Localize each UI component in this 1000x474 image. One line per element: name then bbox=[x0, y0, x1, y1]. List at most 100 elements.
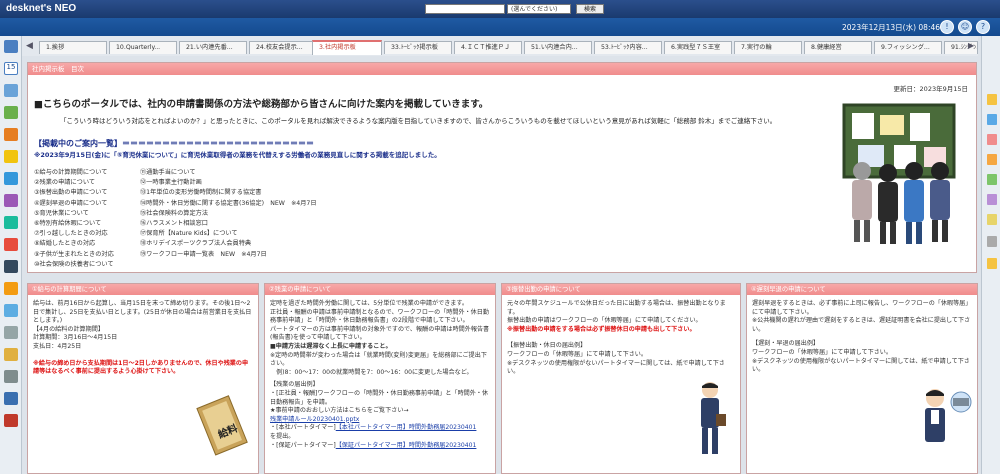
board-icon[interactable] bbox=[4, 172, 18, 185]
card-line: 正社員・報酬の申請は事前申請制となるので、ワークフローの「時間外・休日勤務事前申… bbox=[270, 308, 489, 325]
tab-next-icon[interactable]: ▶ bbox=[968, 41, 974, 50]
list-item[interactable]: ⑰保育所【Nature Kids】について bbox=[140, 229, 317, 239]
card-header: ①給与の計算期間について bbox=[28, 284, 258, 295]
list-left: ①給与の計算期間について ②残業の申請について ③振替出勤の申請について ④遅刻… bbox=[34, 168, 114, 270]
sticky-yellow-icon[interactable] bbox=[987, 94, 997, 105]
tab-5[interactable]: 3.社内掲示板 bbox=[312, 40, 382, 55]
list-item[interactable]: ⑬1年単位の変形労働時間制に関する協定書 bbox=[140, 188, 317, 198]
list-item[interactable]: ⑥特別有給休暇について bbox=[34, 219, 114, 229]
card-line: ※デスクネッツの使用権限がないパートタイマーに関しては、紙で申請して下さい。 bbox=[752, 357, 970, 374]
todo-icon[interactable] bbox=[4, 238, 18, 251]
card-line: 【残業の届出例】 bbox=[270, 381, 319, 389]
card-line: 振替出勤の申請はワークフローの「休暇等届」にて申請してください。 bbox=[507, 317, 702, 325]
workflow-icon[interactable] bbox=[4, 106, 18, 119]
tab-4[interactable]: 24.校友会提示... bbox=[249, 41, 317, 54]
card-line: ※定時の時間帯が変わった場合は「就業時間(変則)変更届」を総務部にご提出下さい。 bbox=[270, 351, 487, 368]
notice-title: 【掲載中のご案内一覧】＝＝＝＝＝＝＝＝＝＝＝＝＝＝＝＝＝＝＝＝＝＝＝＝ bbox=[34, 139, 314, 148]
sticky-blue-icon[interactable] bbox=[987, 114, 997, 125]
intro-heading: ■こちらのポータルでは、社内の申請書関係の方法や総務部から皆さんに向けた案内を掲… bbox=[34, 99, 489, 110]
tab-13[interactable]: 9.フィッシング... bbox=[874, 41, 942, 54]
calendar-icon[interactable]: 15 bbox=[4, 62, 18, 75]
salary-envelope-illustration: 給料 bbox=[196, 395, 248, 456]
list-item[interactable]: ⑲ワークフロー申請一覧表 NEW ※4月7日 bbox=[140, 250, 317, 260]
sticky-orange-icon[interactable] bbox=[987, 154, 997, 165]
document-icon[interactable] bbox=[4, 194, 18, 207]
timecard-icon[interactable] bbox=[4, 128, 18, 141]
tab-11[interactable]: 7.実行の輪 bbox=[734, 41, 802, 54]
memo-icon[interactable] bbox=[4, 150, 18, 163]
user-icon[interactable]: ☺ bbox=[958, 20, 972, 34]
tab-12[interactable]: 8.健康経営 bbox=[804, 41, 872, 54]
list-item[interactable]: ⑯ハラスメント相談窓口 bbox=[140, 219, 317, 229]
card-late-early: ④遅刻早退の申請について 遅刻早退をするときは、必ず事前に上司に報告し、ワークフ… bbox=[746, 283, 978, 474]
tab-6[interactable]: 33.ﾄｰﾋﾟｯｸ掲示板 bbox=[384, 41, 452, 54]
card-line: ※デスクネッツの使用権限がないパートタイマーに関しては、紙で申請して下さい。 bbox=[507, 359, 725, 376]
list-item[interactable]: ④遅刻早退の申請について bbox=[34, 199, 114, 209]
list-item[interactable]: ⑪通勤手当について bbox=[140, 168, 317, 178]
card-substitute: ③振替出勤の申請について 元々の年間スケジュールで公休日だった日に出勤する場合は… bbox=[501, 283, 741, 474]
tab-3[interactable]: 21.い内連先番... bbox=[179, 41, 247, 54]
hq-parttime-link[interactable]: 【本社パートタイマー用】時間外勤務届20230401 bbox=[336, 424, 477, 431]
settings-icon[interactable] bbox=[4, 370, 18, 383]
list-item[interactable]: ⑧結婚したときの対応 bbox=[34, 239, 114, 249]
search-input[interactable] bbox=[425, 4, 505, 14]
facility-icon[interactable] bbox=[4, 260, 18, 273]
card-line: ・[正社員・報酬]ワークフローの「時間外・休日勤務事前申請」と「時間外・休日勤務… bbox=[270, 389, 489, 406]
card-line: ワークフローの「休暇等届」にて申請して下さい。 bbox=[752, 348, 892, 356]
late-employee-illustration bbox=[925, 389, 972, 442]
folder-icon[interactable] bbox=[4, 348, 18, 361]
app-logo[interactable]: desknet's NEO bbox=[6, 3, 76, 14]
tab-7[interactable]: 4.ＩＣＴ推進ＰＪ bbox=[454, 41, 522, 54]
list-right: ⑪通勤手当について ⑫一時事業主行動計画 ⑬1年単位の変形労働時間制に関する協定… bbox=[140, 168, 317, 260]
list-item[interactable]: ⑫一時事業主行動計画 bbox=[140, 178, 317, 188]
pen-icon[interactable] bbox=[987, 236, 997, 247]
card-salary: ①給与の計算期間について 給与は、前月16日から起算し、当月15日を末って締め切… bbox=[27, 283, 259, 474]
address-icon[interactable] bbox=[4, 216, 18, 229]
sticky-gold-icon[interactable] bbox=[987, 214, 997, 225]
updated-date: 更新日：2023年9月15日 bbox=[893, 85, 968, 93]
chat-icon[interactable] bbox=[4, 392, 18, 405]
branch-parttime-link[interactable]: 【保証パートタイマー用】時間外勤務届20230401 bbox=[336, 442, 477, 449]
card-header: ②残業の申請について bbox=[265, 284, 495, 295]
main-panel: 社内掲示板 目次 更新日：2023年9月15日 ■こちらのポータルでは、社内の申… bbox=[27, 62, 977, 273]
list-item[interactable]: ⑮社会保険料の算定方法 bbox=[140, 209, 317, 219]
tab-1[interactable]: 1.挨拶 bbox=[39, 41, 107, 54]
sticky-purple-icon[interactable] bbox=[987, 194, 997, 205]
search-button[interactable]: 検索 bbox=[576, 4, 604, 14]
current-datetime: 2023年12月13日(水) 08:46 bbox=[842, 23, 941, 32]
list-item[interactable]: ①給与の計算期間について bbox=[34, 168, 114, 178]
card-line: 計算期間：3月16日〜4月15日 bbox=[33, 334, 118, 342]
card-line: 給与は、前月16日から起算し、当月15日を末って締め切ります。その後1日〜2日で… bbox=[33, 300, 252, 325]
portal-icon[interactable] bbox=[4, 40, 18, 53]
list-item[interactable]: ⑤育児休業について bbox=[34, 209, 114, 219]
tab-9[interactable]: 53.ﾄｰﾋﾟｯｸ内容... bbox=[594, 41, 662, 54]
report-icon[interactable] bbox=[4, 282, 18, 295]
list-item[interactable]: ⑨子供が生まれたときの対応 bbox=[34, 250, 114, 260]
help-note-icon[interactable] bbox=[987, 258, 997, 269]
card-line: ※公共機関の遅れが理由で遅刻をするときは、遅延証明書を会社に提出して下さい。 bbox=[752, 317, 971, 333]
list-item[interactable]: ⑭時間外・休日労働に関する協定書(36協定) NEW ※4月7日 bbox=[140, 199, 317, 209]
card-line: 【振替出勤・休日の届出例】 bbox=[507, 342, 587, 350]
mail-icon[interactable] bbox=[4, 84, 18, 97]
businessman-illustration bbox=[701, 382, 726, 454]
left-sidebar: 15 bbox=[0, 36, 22, 474]
notification-icon[interactable]: ! bbox=[940, 20, 954, 34]
list-item[interactable]: ⑦引っ越ししたときの対応 bbox=[34, 229, 114, 239]
list-item[interactable]: ⑩社会保険の扶養者について bbox=[34, 260, 114, 270]
sticky-red-icon[interactable] bbox=[987, 134, 997, 145]
help-icon[interactable]: ? bbox=[976, 20, 990, 34]
tab-10[interactable]: 6.実践型７Ｓ王室 bbox=[664, 41, 732, 54]
tab-8[interactable]: 51.い内連合内... bbox=[524, 41, 592, 54]
survey-icon[interactable] bbox=[4, 304, 18, 317]
card-overtime: ②残業の申請について 定時を過ぎた時間外労働に関しては、5分単位で残業の申請がで… bbox=[264, 283, 496, 474]
search-select[interactable]: (選んでください) bbox=[507, 4, 571, 14]
intro-text: 「こういう時はどういう対応をとればよいのか？」と思ったときに、このポータルを見れ… bbox=[60, 117, 777, 125]
file-icon[interactable] bbox=[4, 326, 18, 339]
help-sidebar-icon[interactable] bbox=[4, 414, 18, 427]
list-item[interactable]: ⑱ホリデイスポーツクラブ法人会員特典 bbox=[140, 239, 317, 249]
tab-prev-icon[interactable]: ◀ bbox=[26, 41, 33, 51]
list-item[interactable]: ②残業の申請について bbox=[34, 178, 114, 188]
tab-2[interactable]: 10.Quarterly... bbox=[109, 41, 177, 54]
list-item[interactable]: ③振替出勤の申請について bbox=[34, 188, 114, 198]
sticky-green-icon[interactable] bbox=[987, 174, 997, 185]
